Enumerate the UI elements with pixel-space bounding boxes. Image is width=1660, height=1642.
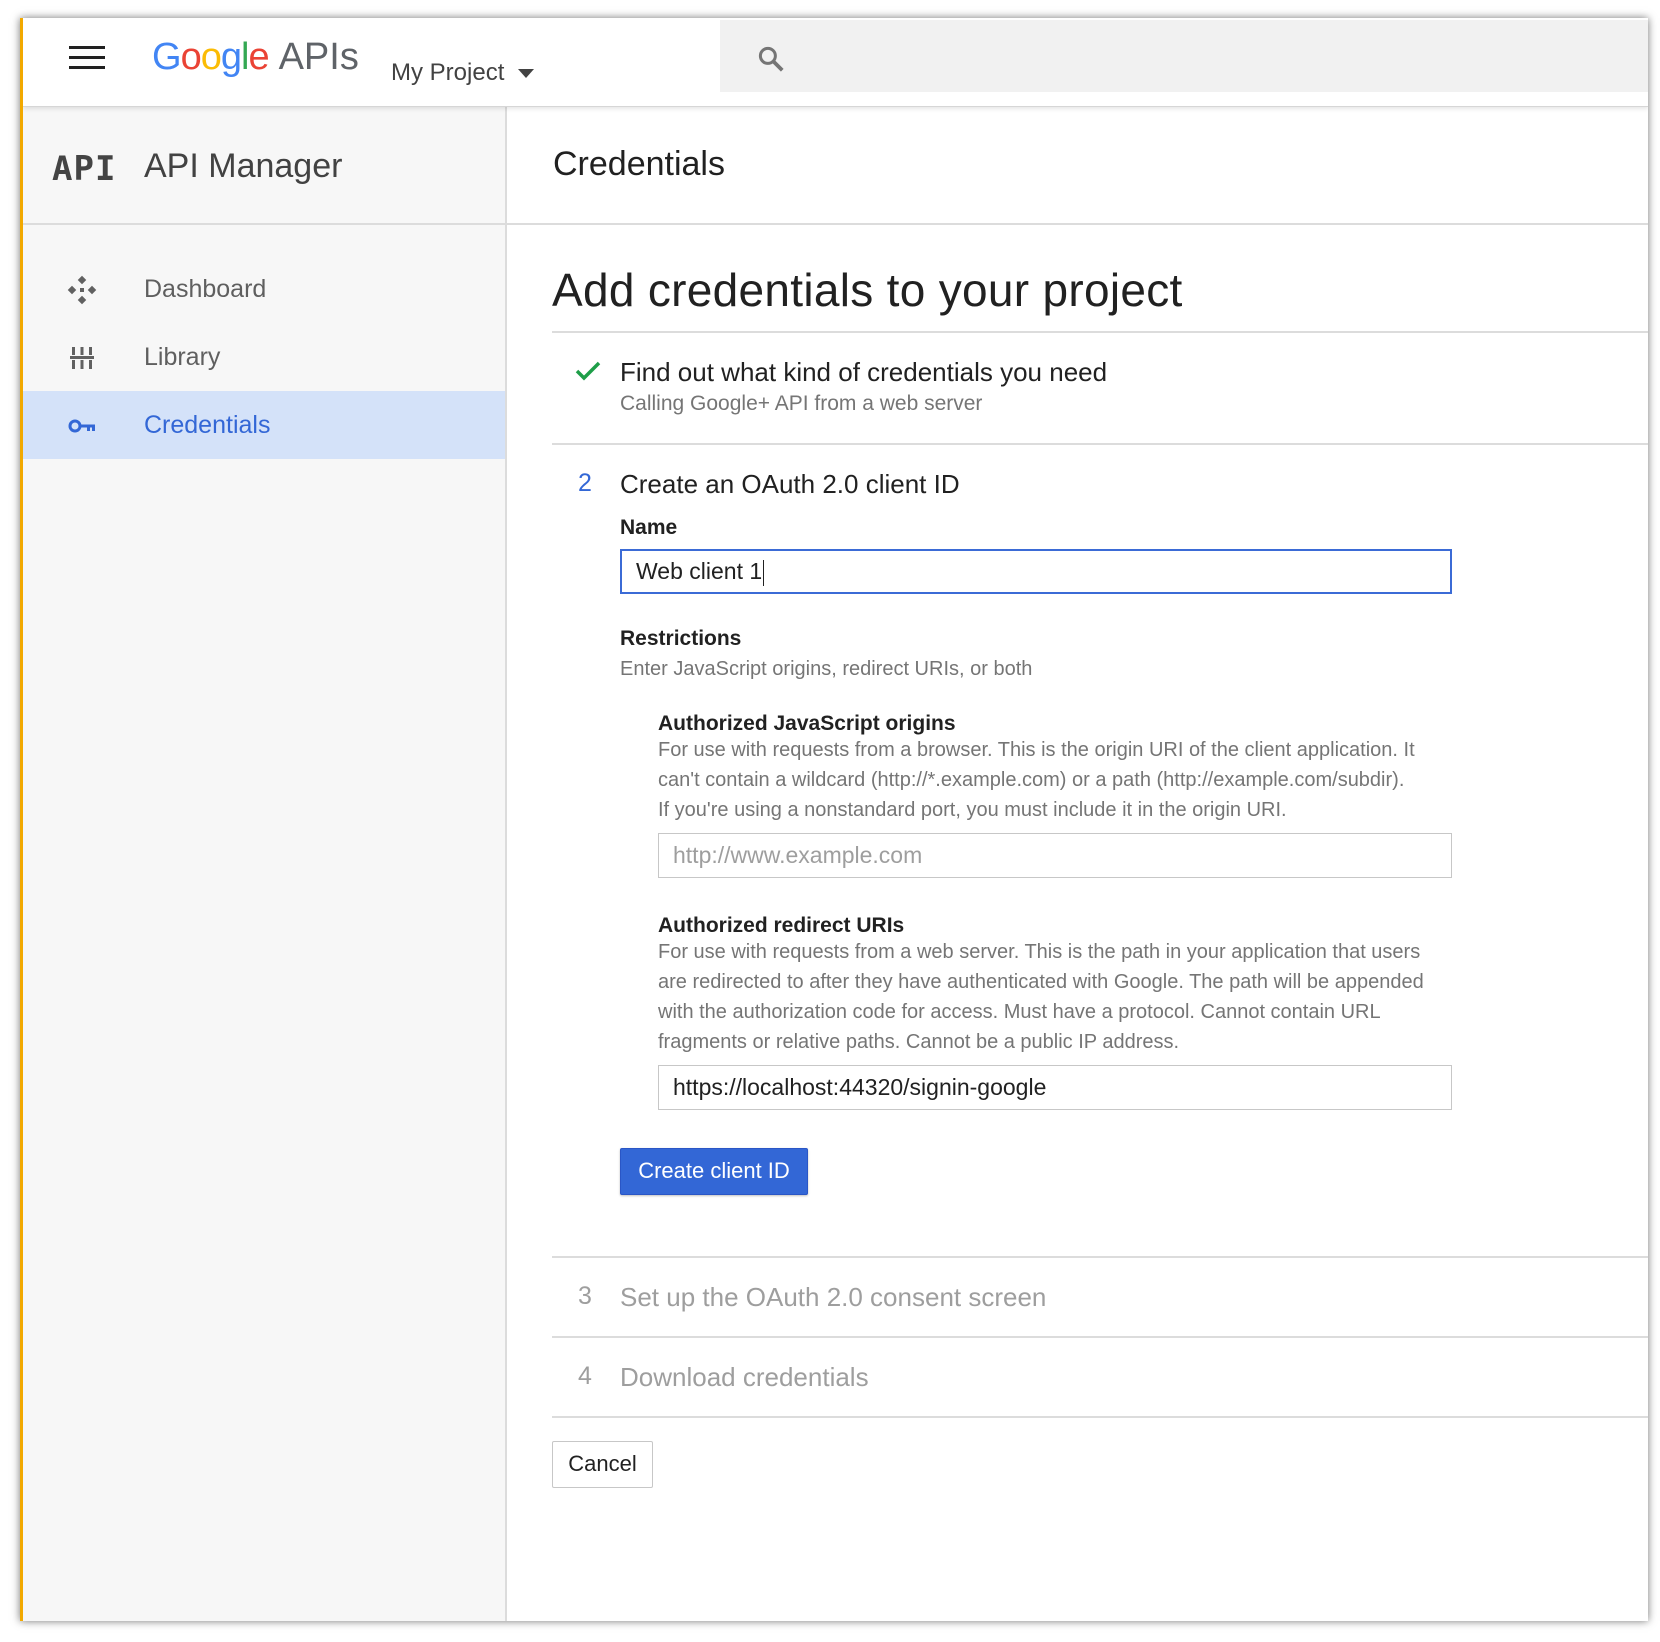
js-origins-help-line: can't contain a wildcard (http://*.examp… xyxy=(658,769,1405,791)
brand-apis-text: APIs xyxy=(278,36,359,78)
library-icon xyxy=(70,347,94,369)
sidebar-item-label: Dashboard xyxy=(144,275,267,303)
redirect-help-line: fragments or relative paths. Cannot be a… xyxy=(658,1031,1180,1053)
step1-title: Find out what kind of credentials you ne… xyxy=(620,357,1108,387)
divider xyxy=(552,331,1648,333)
sidebar-header: API API Manager xyxy=(23,107,505,225)
page-header: Credentials xyxy=(507,107,1648,225)
sidebar: API API Manager Dashboard Library Creden… xyxy=(23,107,507,1621)
divider xyxy=(552,1416,1648,1418)
sidebar-title: API Manager xyxy=(144,147,343,185)
key-icon xyxy=(68,419,95,433)
api-logo-icon: API xyxy=(52,149,117,189)
sidebar-item-credentials[interactable]: Credentials xyxy=(23,391,505,459)
js-origins-label: Authorized JavaScript origins xyxy=(658,712,956,735)
js-origins-help-line: If you're using a nonstandard port, you … xyxy=(658,799,1287,821)
name-label: Name xyxy=(620,516,678,539)
divider xyxy=(552,443,1648,445)
redirect-uris-value: https://localhost:44320/signin-google xyxy=(673,1074,1047,1100)
search-bar[interactable] xyxy=(720,20,1648,92)
text-cursor xyxy=(763,559,765,586)
project-name: My Project xyxy=(391,59,505,86)
step4-title: Download credentials xyxy=(620,1362,869,1392)
divider xyxy=(552,1336,1648,1338)
name-input[interactable]: Web client 1 xyxy=(620,549,1452,594)
step2-title: Create an OAuth 2.0 client ID xyxy=(620,469,960,499)
restrictions-help: Enter JavaScript origins, redirect URIs,… xyxy=(620,658,1033,680)
redirect-help-line: with the authorization code for access. … xyxy=(658,1001,1381,1023)
restrictions-label: Restrictions xyxy=(620,627,742,650)
page-title: Credentials xyxy=(553,145,725,183)
js-origins-help-line: For use with requests from a browser. Th… xyxy=(658,739,1415,761)
js-origins-input[interactable]: http://www.example.com xyxy=(658,833,1452,878)
sidebar-item-library[interactable]: Library xyxy=(23,323,505,391)
dropdown-arrow-icon xyxy=(518,69,535,79)
sidebar-item-dashboard[interactable]: Dashboard xyxy=(23,255,505,323)
name-input-value: Web client 1 xyxy=(636,558,763,584)
redirect-uris-label: Authorized redirect URIs xyxy=(658,914,905,937)
js-origins-placeholder: http://www.example.com xyxy=(673,842,923,868)
create-client-id-button[interactable]: Create client ID xyxy=(620,1148,808,1195)
sidebar-item-label: Library xyxy=(144,343,221,371)
menu-icon[interactable] xyxy=(69,46,105,72)
step2-number: 2 xyxy=(578,469,592,497)
redirect-help-line: are redirected to after they have authen… xyxy=(658,971,1424,993)
dashboard-icon xyxy=(67,275,97,305)
step3-title: Set up the OAuth 2.0 consent screen xyxy=(620,1282,1047,1312)
browser-frame: Google APIs My Project API API Manager D… xyxy=(20,18,1648,1621)
wizard-heading: Add credentials to your project xyxy=(552,264,1183,316)
sidebar-item-label: Credentials xyxy=(144,411,271,439)
divider xyxy=(552,1256,1648,1258)
main-content: Credentials Add credentials to your proj… xyxy=(507,107,1648,1621)
checkmark-icon xyxy=(575,361,601,381)
google-apis-logo[interactable]: Google APIs xyxy=(152,36,359,79)
project-selector[interactable]: My Project xyxy=(391,59,535,87)
search-icon xyxy=(758,46,784,72)
redirect-uris-input[interactable]: https://localhost:44320/signin-google xyxy=(658,1065,1452,1110)
top-app-bar: Google APIs My Project xyxy=(23,18,1648,107)
step1-subtitle: Calling Google+ API from a web server xyxy=(620,392,983,415)
step3-number: 3 xyxy=(578,1282,592,1310)
step4-number: 4 xyxy=(578,1362,592,1390)
redirect-help-line: For use with requests from a web server.… xyxy=(658,941,1421,963)
cancel-button[interactable]: Cancel xyxy=(552,1441,653,1488)
